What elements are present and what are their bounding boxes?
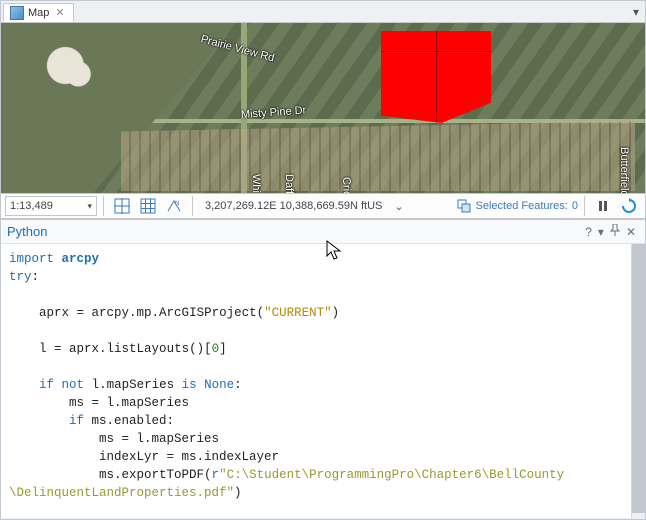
vertical-scrollbar[interactable]	[631, 244, 645, 518]
map-status-bar: 1:13,489 ▾ N 3,207,269.12E 10,388,669.59…	[1, 193, 645, 219]
python-panel-header: Python ? ▾ ✕	[1, 220, 645, 244]
pin-icon[interactable]	[607, 224, 623, 239]
map-tab-label: Map	[28, 7, 49, 19]
coordinates-menu-icon[interactable]: ⌄	[390, 200, 407, 213]
scrollbar-thumb[interactable]	[632, 244, 645, 513]
python-panel-title: Python	[7, 224, 47, 239]
map-tab[interactable]: Map ✕	[3, 3, 74, 22]
dynamic-constraints-button[interactable]: N	[162, 195, 186, 217]
grid-tool-button[interactable]	[136, 195, 160, 217]
chevron-down-icon[interactable]: ▾	[87, 201, 92, 212]
snap-tool-button[interactable]	[110, 195, 134, 217]
coordinates-readout: 3,207,269.12E 10,388,669.59N ftUS	[199, 200, 388, 212]
road-label: Cricket Dr	[340, 177, 354, 193]
map-view[interactable]: Prairie View Rd Misty Pine Dr Whistle St…	[1, 23, 645, 193]
pause-drawing-button[interactable]	[591, 195, 615, 217]
highlighted-parcel	[381, 31, 491, 123]
selected-features-readout[interactable]: Selected Features: 0	[456, 198, 578, 214]
aerial-houses	[121, 121, 635, 191]
tab-bar: Map ✕ ▾	[1, 1, 645, 23]
menu-caret-icon[interactable]: ▾	[595, 225, 607, 239]
refresh-button[interactable]	[617, 195, 641, 217]
selected-features-label: Selected Features:	[476, 200, 568, 212]
python-panel: Python ? ▾ ✕ import arcpy try: aprx = ar…	[1, 219, 645, 518]
python-code-editor[interactable]: import arcpy try: aprx = arcpy.mp.ArcGIS…	[1, 244, 631, 518]
scale-value: 1:13,489	[10, 200, 53, 212]
road-label: Daffodil Dr	[283, 174, 295, 193]
selected-features-count: 0	[572, 200, 578, 212]
tab-bar-menu-icon[interactable]: ▾	[627, 1, 645, 22]
map-tab-icon	[10, 6, 24, 20]
road-label: Butterfield Dr	[618, 147, 630, 193]
svg-text:N: N	[175, 201, 179, 207]
selection-icon	[456, 198, 472, 214]
close-icon[interactable]: ✕	[53, 6, 66, 19]
road-label: Whistle Stop Dr	[250, 174, 262, 193]
close-icon[interactable]: ✕	[623, 225, 639, 239]
scale-input[interactable]: 1:13,489 ▾	[5, 196, 97, 216]
help-icon[interactable]: ?	[582, 225, 595, 239]
